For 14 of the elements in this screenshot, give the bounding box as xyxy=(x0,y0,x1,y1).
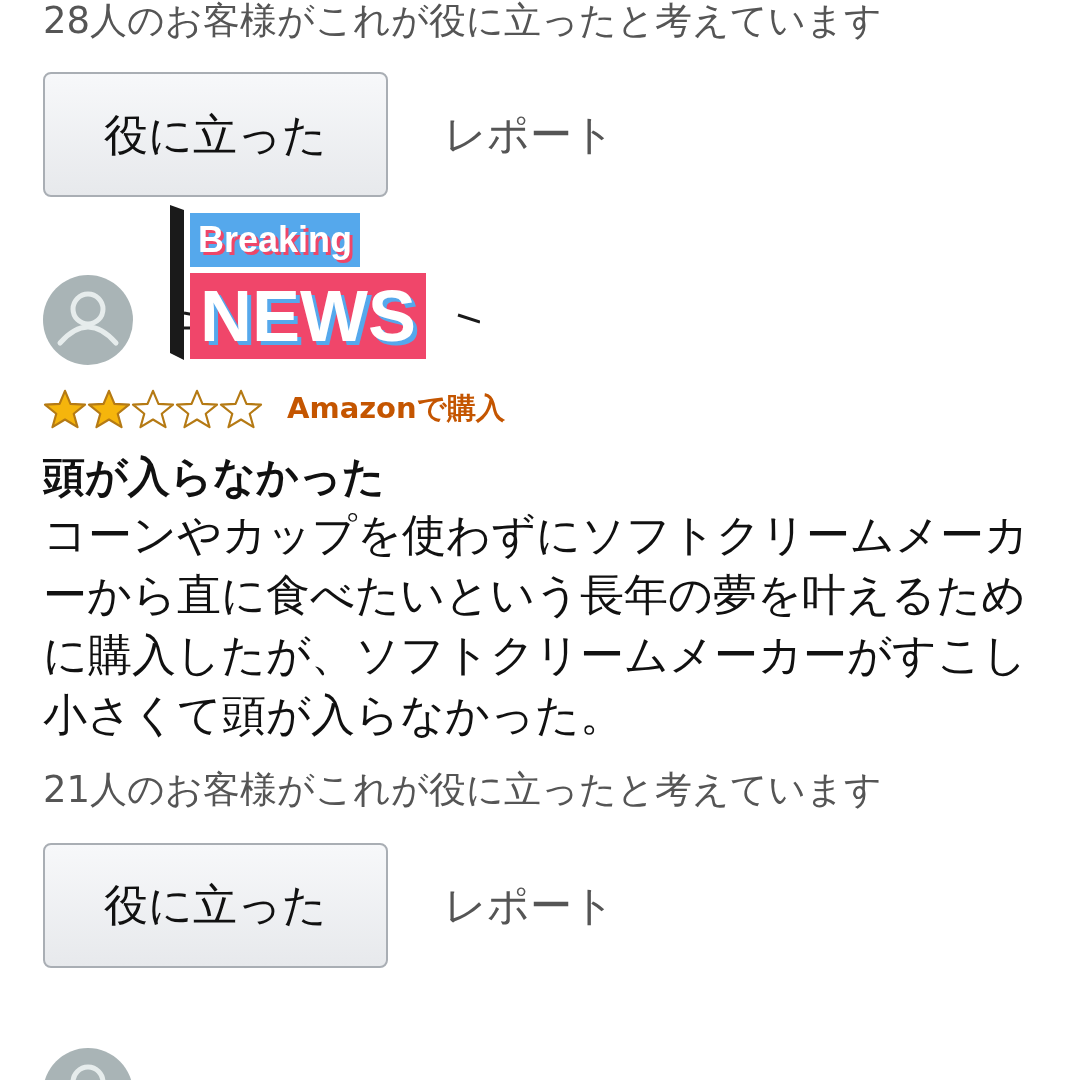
helpful-count: 28人のお客様がこれが役に立ったと考えています xyxy=(43,0,884,44)
review-title: 頭が入らなかった xyxy=(43,450,386,503)
filled-star-icon xyxy=(43,388,87,429)
helpful-count: 21人のお客様がこれが役に立ったと考えています xyxy=(43,766,884,813)
news-label: NEWS xyxy=(190,273,426,359)
filled-star-icon xyxy=(87,388,131,429)
report-link[interactable]: レポート xyxy=(444,873,615,937)
helpful-button[interactable]: 役に立った xyxy=(43,72,388,197)
breaking-label: Breaking xyxy=(190,213,361,267)
helpful-button[interactable]: 役に立った xyxy=(43,842,388,968)
review-body: コーンやカップを使わずにソフトクリームメーカーから直に食べたいという長年の夢を叶えるために購入したが、ソフトクリームメーカーがすこし小さくて頭が入らなかった。 xyxy=(43,507,1030,742)
purchase-label: Amazonで購入 xyxy=(287,390,505,427)
avatar-icon xyxy=(43,275,133,365)
report-link[interactable]: レポート xyxy=(444,103,615,166)
